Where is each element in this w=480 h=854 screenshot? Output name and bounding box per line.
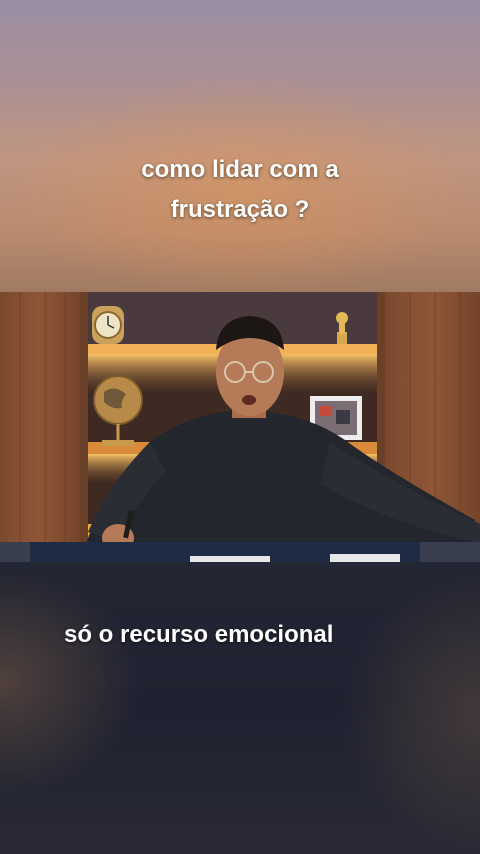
- video-scene: [0, 292, 480, 562]
- bottom-blurred-background: [0, 562, 480, 854]
- video-frame[interactable]: [0, 292, 480, 562]
- left-wood-panel: [0, 292, 80, 562]
- title-caption-line-2: frustração ?: [170, 196, 310, 223]
- title-caption-line-1: como lidar com a: [141, 156, 339, 183]
- title-caption: como lidar com a frustração ?: [0, 150, 480, 230]
- desk-clock-icon: [92, 306, 124, 344]
- subtitle-caption: só o recurso emocional: [64, 621, 334, 648]
- top-blurred-background: [0, 0, 480, 292]
